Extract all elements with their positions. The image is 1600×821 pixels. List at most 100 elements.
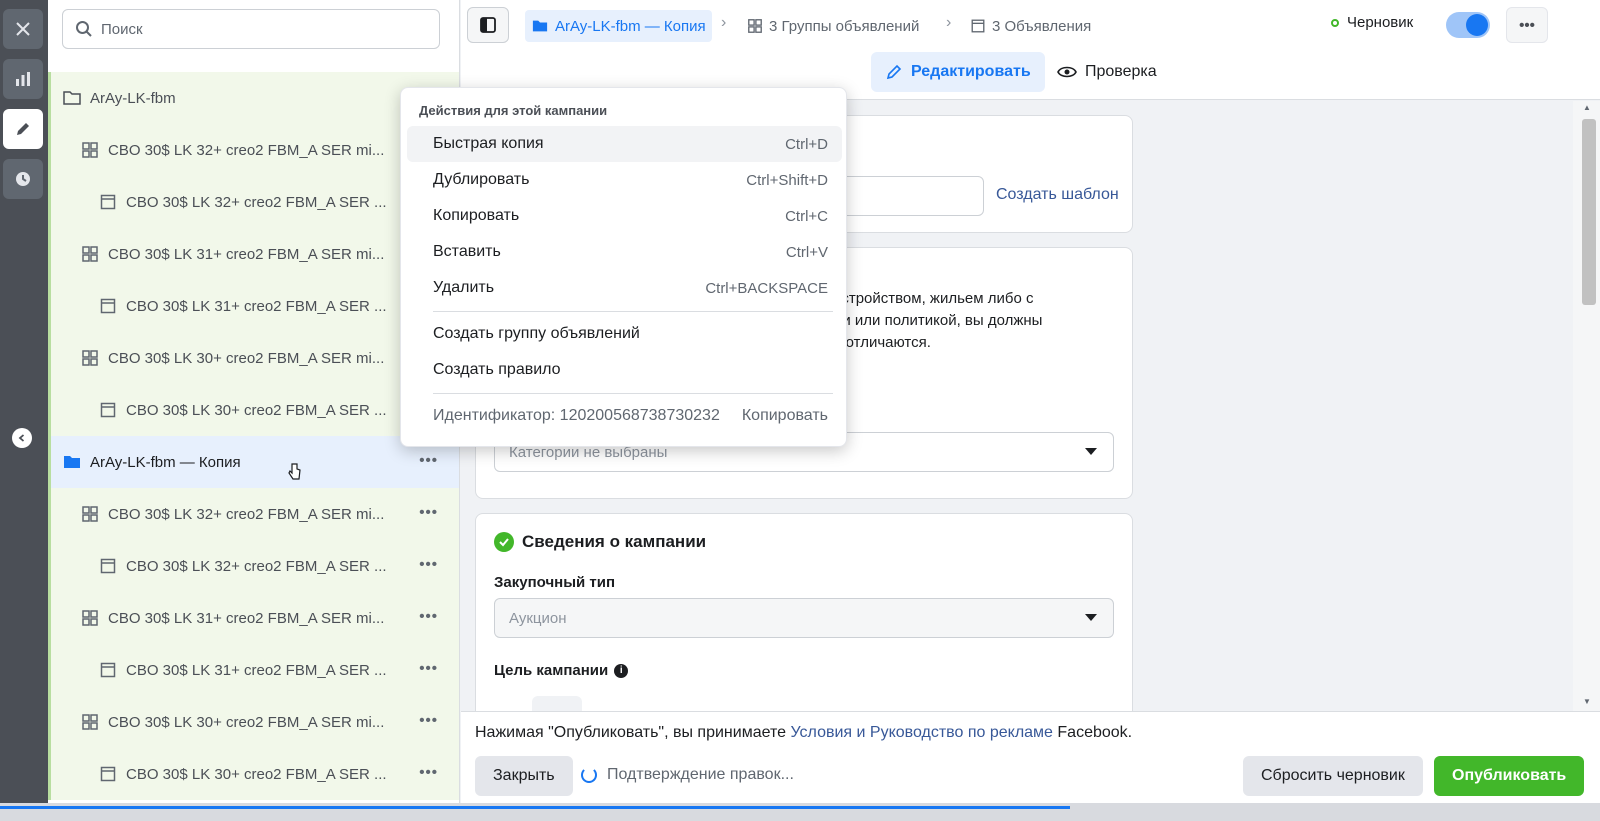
buying-type-label: Закупочный тип	[494, 574, 616, 591]
tab-edit[interactable]: Редактировать	[871, 52, 1045, 92]
menu-item-duplicate[interactable]: Дублировать Ctrl+Shift+D	[407, 162, 842, 198]
terms-link[interactable]: Условия и Руководство по рекламе	[790, 724, 1053, 741]
menu-divider	[433, 393, 833, 394]
history-icon[interactable]	[3, 159, 43, 199]
tab-edit-label: Редактировать	[911, 63, 1031, 80]
chevron-right-icon: ›	[721, 14, 727, 31]
tree-item-adset[interactable]: CBO 30$ LK 32+ creo2 FBM_A SER mi...	[48, 124, 459, 176]
tree-item-adset[interactable]: CBO 30$ LK 32+ creo2 FBM_A SER mi... •••	[48, 488, 459, 540]
tree-item-label: CBO 30$ LK 30+ creo2 FBM_A SER ...	[126, 401, 387, 419]
tree-item-label: CBO 30$ LK 32+ creo2 FBM_A SER ...	[126, 193, 387, 211]
breadcrumb-ads[interactable]: 3 Объявления	[964, 10, 1097, 42]
objective-label-text: Цель кампании	[494, 662, 609, 679]
more-icon[interactable]: •••	[419, 608, 438, 625]
menu-item-label: Создать группу объявлений	[433, 325, 640, 342]
menu-item-label: Быстрая копия	[433, 135, 544, 152]
tree-item-adset[interactable]: CBO 30$ LK 31+ creo2 FBM_A SER mi...	[48, 228, 459, 280]
folder-filled-icon	[62, 452, 82, 472]
search-box[interactable]	[62, 9, 440, 49]
chevron-right-icon: ›	[946, 14, 952, 31]
tree-item-ad[interactable]: CBO 30$ LK 32+ creo2 FBM_A SER ...	[48, 176, 459, 228]
content-scrollbar[interactable]: ▲ ▼	[1573, 101, 1600, 711]
campaign-toggle[interactable]	[1446, 12, 1490, 38]
scroll-up-icon[interactable]: ▲	[1583, 103, 1591, 112]
objective-option[interactable]	[532, 696, 582, 711]
tab-review-label: Проверка	[1085, 63, 1157, 80]
more-icon[interactable]: •••	[419, 452, 438, 469]
menu-item-quick-copy[interactable]: Быстрая копия Ctrl+D	[407, 126, 842, 162]
adset-grid-icon	[80, 244, 100, 264]
adset-grid-icon	[80, 712, 100, 732]
scroll-thumb[interactable]	[1582, 119, 1596, 305]
terms-prefix: Нажимая "Опубликовать", вы принимаете	[475, 724, 791, 741]
tree-item-adset[interactable]: CBO 30$ LK 30+ creo2 FBM_A SER mi... •••	[48, 696, 459, 748]
more-icon[interactable]: •••	[419, 712, 438, 729]
menu-item-delete[interactable]: Удалить Ctrl+BACKSPACE	[407, 270, 842, 306]
description-line: ии или политикой, вы должны	[834, 312, 1043, 329]
reset-draft-button[interactable]: Сбросить черновик	[1243, 756, 1423, 796]
tree-item-adset[interactable]: CBO 30$ LK 31+ creo2 FBM_A SER mi... •••	[48, 592, 459, 644]
info-icon[interactable]: i	[614, 663, 629, 678]
left-rail	[0, 0, 48, 821]
tree-item-ad[interactable]: CBO 30$ LK 31+ creo2 FBM_A SER ...	[48, 280, 459, 332]
tab-review[interactable]: Проверка	[1045, 52, 1169, 92]
publish-button[interactable]: Опубликовать	[1434, 756, 1585, 796]
caret-down-icon	[1085, 614, 1097, 621]
menu-item-shortcut: Ctrl+Shift+D	[746, 171, 828, 189]
collapse-chevron-icon[interactable]	[12, 428, 32, 448]
progress-bar	[0, 806, 1070, 809]
menu-item-create-rule[interactable]: Создать правило	[407, 352, 842, 388]
more-icon[interactable]: •••	[419, 556, 438, 573]
tree-item-label: CBO 30$ LK 31+ creo2 FBM_A SER ...	[126, 661, 387, 679]
create-template-link[interactable]: Создать шаблон	[996, 186, 1119, 204]
campaign-tree-panel: ArAy-LK-fbm CBO 30$ LK 32+ creo2 FBM_A S…	[48, 0, 460, 821]
section-title-label: Сведения о кампании	[522, 532, 707, 551]
tree-item-campaign[interactable]: ArAy-LK-fbm	[48, 72, 459, 124]
tree-item-campaign-selected[interactable]: ArAy-LK-fbm — Копия •••	[48, 436, 459, 488]
ad-icon	[98, 764, 118, 784]
buying-type-select[interactable]: Аукцион	[494, 598, 1114, 638]
search-input[interactable]	[101, 20, 401, 38]
breadcrumb-adsets[interactable]: 3 Группы объявлений	[741, 10, 925, 42]
more-icon[interactable]: •••	[419, 764, 438, 781]
tree-item-ad[interactable]: CBO 30$ LK 30+ creo2 FBM_A SER ...	[48, 384, 459, 436]
close-icon[interactable]	[3, 9, 43, 49]
tree-item-adset[interactable]: CBO 30$ LK 30+ creo2 FBM_A SER mi...	[48, 332, 459, 384]
more-icon[interactable]: •••	[419, 504, 438, 521]
more-icon[interactable]: •••	[419, 660, 438, 677]
breadcrumb-campaign[interactable]: ArAy-LK-fbm — Копия	[525, 10, 712, 42]
tree-item-label: CBO 30$ LK 32+ creo2 FBM_A SER ...	[126, 557, 387, 575]
tree-item-label: CBO 30$ LK 30+ creo2 FBM_A SER ...	[126, 765, 387, 783]
panel-icon	[480, 17, 496, 33]
hand-cursor-icon	[288, 462, 302, 486]
menu-item-label: Создать правило	[433, 361, 561, 378]
reports-icon[interactable]	[3, 59, 43, 99]
special-categories-description: устройством, жильем либо с ии или полити…	[834, 288, 1124, 354]
description-line: х отличаются.	[834, 334, 931, 351]
tree-list: ArAy-LK-fbm CBO 30$ LK 32+ creo2 FBM_A S…	[48, 72, 459, 800]
edit-icon[interactable]	[3, 109, 43, 149]
header-more-button[interactable]: •••	[1506, 7, 1548, 43]
copy-id-button[interactable]: Копировать	[742, 407, 828, 425]
eye-icon	[1057, 66, 1077, 78]
ad-icon	[98, 660, 118, 680]
tree-item-label: CBO 30$ LK 32+ creo2 FBM_A SER mi...	[108, 141, 385, 159]
menu-item-paste[interactable]: Вставить Ctrl+V	[407, 234, 842, 270]
campaign-details-card: Сведения о кампании Закупочный тип Аукци…	[475, 513, 1133, 711]
tree-item-ad[interactable]: CBO 30$ LK 30+ creo2 FBM_A SER ... •••	[48, 748, 459, 800]
adset-grid-icon	[748, 19, 762, 33]
tree-item-label: CBO 30$ LK 30+ creo2 FBM_A SER mi...	[108, 349, 385, 367]
adset-grid-icon	[80, 140, 100, 160]
toggle-panel-button[interactable]	[467, 7, 509, 43]
tree-item-label: ArAy-LK-fbm	[90, 89, 176, 107]
tree-item-ad[interactable]: CBO 30$ LK 32+ creo2 FBM_A SER ... •••	[48, 540, 459, 592]
menu-heading: Действия для этой кампании	[419, 103, 608, 118]
scroll-down-icon[interactable]: ▼	[1583, 697, 1591, 706]
tree-item-ad[interactable]: CBO 30$ LK 31+ creo2 FBM_A SER ... •••	[48, 644, 459, 696]
description-line: устройством, жильем либо с	[834, 290, 1034, 307]
close-button[interactable]: Закрыть	[475, 756, 573, 796]
editor-header: ArAy-LK-fbm — Копия › 3 Группы объявлени…	[461, 0, 1600, 100]
menu-item-create-adset[interactable]: Создать группу объявлений	[407, 316, 842, 352]
menu-item-copy[interactable]: Копировать Ctrl+C	[407, 198, 842, 234]
menu-item-shortcut: Ctrl+V	[785, 243, 828, 261]
